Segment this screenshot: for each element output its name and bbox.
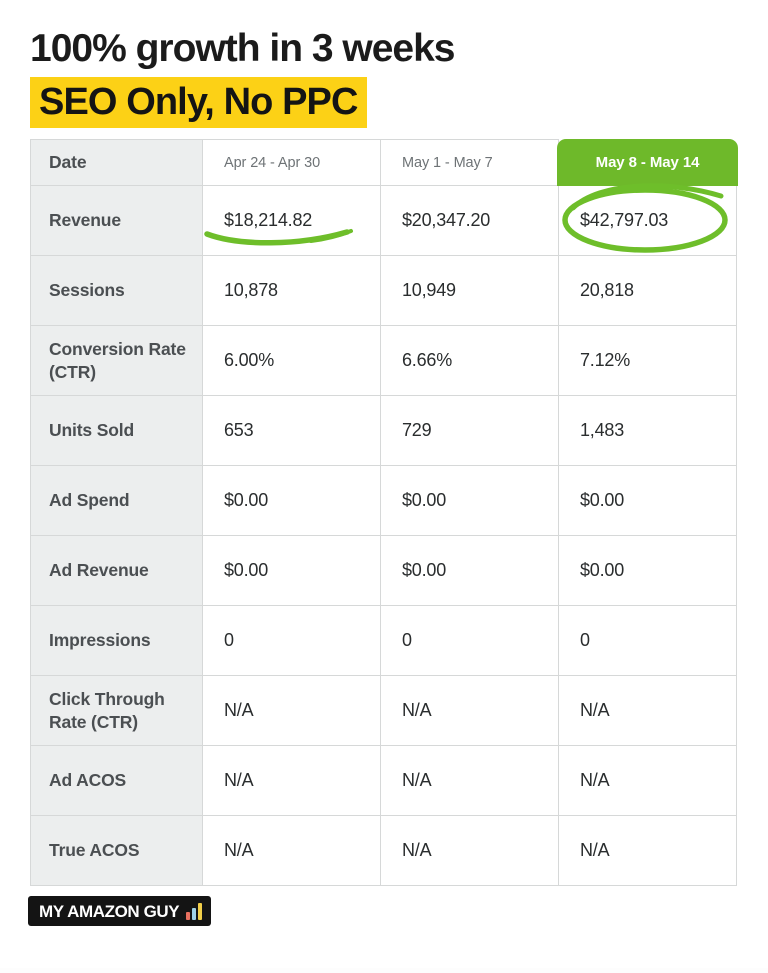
table-row: Conversion Rate (CTR) 6.00% 6.66% 7.12% xyxy=(30,325,737,396)
column-header-period-3-highlighted: May 8 - May 14 xyxy=(557,139,738,186)
table-row: True ACOS N/A N/A N/A xyxy=(30,815,737,886)
highlighted-period-pill: May 8 - May 14 xyxy=(557,139,738,186)
bar-chart-icon-bar-3 xyxy=(198,902,203,920)
cell-ad-acos-period-1: N/A xyxy=(202,745,381,816)
table-row: Click Through Rate (CTR) N/A N/A N/A xyxy=(30,675,737,746)
cell-revenue-period-1: $18,214.82 xyxy=(202,185,381,256)
cell-revenue-period-3: $42,797.03 xyxy=(558,183,737,256)
column-header-date: Date xyxy=(30,139,203,186)
row-label-sessions: Sessions xyxy=(30,255,203,326)
row-label-units-sold: Units Sold xyxy=(30,395,203,466)
cell-conversion-rate-period-2: 6.66% xyxy=(380,325,559,396)
cell-click-through-rate-period-3: N/A xyxy=(558,675,737,746)
bar-chart-icon xyxy=(186,902,203,920)
row-label-conversion-rate: Conversion Rate (CTR) xyxy=(30,325,203,396)
cell-sessions-period-3: 20,818 xyxy=(558,255,737,326)
infographic-page: 100% growth in 3 weeks SEO Only, No PPC … xyxy=(0,0,768,973)
cell-click-through-rate-period-1: N/A xyxy=(202,675,381,746)
cell-true-acos-period-2: N/A xyxy=(380,815,559,886)
table-row: Units Sold 653 729 1,483 xyxy=(30,395,737,466)
column-header-period-2: May 1 - May 7 xyxy=(380,139,559,186)
brand-logo-badge: MY AMAZON GUY xyxy=(28,896,212,926)
column-header-period-1: Apr 24 - Apr 30 xyxy=(202,139,381,186)
bar-chart-icon-bar-2 xyxy=(192,907,197,920)
table-row: Revenue $18,214.82 $20,347.20 $42,797.03 xyxy=(30,183,737,256)
row-label-ad-spend: Ad Spend xyxy=(30,465,203,536)
cell-sessions-period-2: 10,949 xyxy=(380,255,559,326)
cell-sessions-period-1: 10,878 xyxy=(202,255,381,326)
table-row: Ad Revenue $0.00 $0.00 $0.00 xyxy=(30,535,737,606)
table-row: Ad ACOS N/A N/A N/A xyxy=(30,745,737,816)
cell-conversion-rate-period-1: 6.00% xyxy=(202,325,381,396)
row-label-revenue: Revenue xyxy=(30,185,203,256)
cell-ad-revenue-period-1: $0.00 xyxy=(202,535,381,606)
cell-true-acos-period-1: N/A xyxy=(202,815,381,886)
headline-secondary-highlight: SEO Only, No PPC xyxy=(30,77,367,129)
cell-ad-acos-period-2: N/A xyxy=(380,745,559,816)
headline-secondary-row: SEO Only, No PPC xyxy=(30,77,738,129)
headline-block: 100% growth in 3 weeks SEO Only, No PPC xyxy=(30,27,738,129)
cell-revenue-period-2: $20,347.20 xyxy=(380,185,559,256)
cell-value: $42,797.03 xyxy=(580,210,669,230)
cell-impressions-period-3: 0 xyxy=(558,605,737,676)
row-label-ad-acos: Ad ACOS xyxy=(30,745,203,816)
bar-chart-icon-bar-1 xyxy=(186,911,191,920)
row-label-impressions: Impressions xyxy=(30,605,203,676)
cell-ad-spend-period-1: $0.00 xyxy=(202,465,381,536)
metrics-table: Date Apr 24 - Apr 30 May 1 - May 7 May 8… xyxy=(30,139,738,886)
cell-impressions-period-1: 0 xyxy=(202,605,381,676)
table-row: Sessions 10,878 10,949 20,818 xyxy=(30,255,737,326)
headline-primary: 100% growth in 3 weeks xyxy=(30,27,456,70)
cell-value: $18,214.82 xyxy=(224,210,313,230)
row-label-click-through-rate: Click Through Rate (CTR) xyxy=(30,675,203,746)
metrics-table-container: Date Apr 24 - Apr 30 May 1 - May 7 May 8… xyxy=(30,139,738,886)
bottom-edge-artifact xyxy=(0,968,768,973)
table-row: Impressions 0 0 0 xyxy=(30,605,737,676)
cell-conversion-rate-period-3: 7.12% xyxy=(558,325,737,396)
cell-ad-spend-period-3: $0.00 xyxy=(558,465,737,536)
cell-ad-spend-period-2: $0.00 xyxy=(380,465,559,536)
row-label-ad-revenue: Ad Revenue xyxy=(30,535,203,606)
table-row: Ad Spend $0.00 $0.00 $0.00 xyxy=(30,465,737,536)
cell-units-sold-period-3: 1,483 xyxy=(558,395,737,466)
cell-impressions-period-2: 0 xyxy=(380,605,559,676)
brand-logo-text: MY AMAZON GUY xyxy=(39,901,180,921)
cell-click-through-rate-period-2: N/A xyxy=(380,675,559,746)
row-label-true-acos: True ACOS xyxy=(30,815,203,886)
cell-ad-acos-period-3: N/A xyxy=(558,745,737,816)
cell-units-sold-period-1: 653 xyxy=(202,395,381,466)
cell-units-sold-period-2: 729 xyxy=(380,395,559,466)
cell-ad-revenue-period-2: $0.00 xyxy=(380,535,559,606)
table-header-row: Date Apr 24 - Apr 30 May 1 - May 7 May 8… xyxy=(30,139,738,186)
cell-true-acos-period-3: N/A xyxy=(558,815,737,886)
cell-ad-revenue-period-3: $0.00 xyxy=(558,535,737,606)
